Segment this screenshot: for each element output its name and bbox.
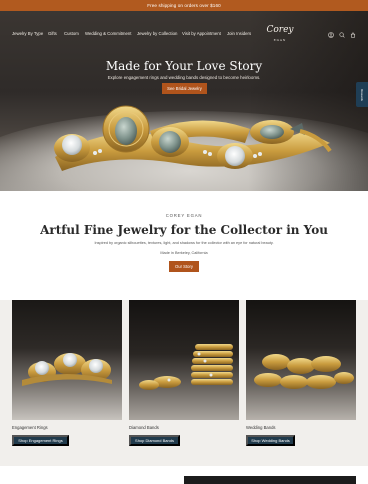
diamond-bands-image[interactable] bbox=[129, 300, 239, 420]
nav-item-wedding-commitment[interactable]: Wedding & Commitment bbox=[85, 31, 132, 36]
our-story-button[interactable]: Our Story bbox=[169, 261, 199, 272]
rewards-tab[interactable]: Rewards bbox=[356, 82, 368, 107]
brand-location: Made in Berkeley, California bbox=[160, 251, 208, 255]
brand-intro-section: COREY EGAN Artful Fine Jewelry for the C… bbox=[0, 191, 368, 300]
category-cards: Engagement Rings Shop Engagement Rings D… bbox=[0, 300, 368, 466]
card-wedding-bands[interactable]: Wedding Bands Shop Wedding Bands bbox=[246, 300, 356, 446]
hero-title: Made for Your Love Story bbox=[105, 59, 263, 73]
main-navigation: Jewelry By Type Gifts Custom Wedding & C… bbox=[0, 23, 368, 45]
nav-item-visit-by-appointment[interactable]: Visit by Appointment bbox=[182, 31, 221, 36]
card-engagement-rings[interactable]: Engagement Rings Shop Engagement Rings bbox=[12, 300, 122, 446]
hero-banner: Jewelry By Type Gifts Custom Wedding & C… bbox=[0, 11, 368, 191]
nav-item-jewelry-by-type[interactable]: Jewelry By Type bbox=[12, 31, 43, 36]
brand-title: Artful Fine Jewelry for the Collector in… bbox=[40, 223, 328, 237]
card-diamond-bands[interactable]: Diamond Bands Shop Diamond Bands bbox=[129, 300, 239, 446]
next-section-dark-panel bbox=[184, 476, 356, 484]
see-bridal-jewelry-button[interactable]: See Bridal Jewelry bbox=[162, 83, 207, 94]
engagement-rings-image[interactable] bbox=[12, 300, 122, 420]
brand-subtitle: Inspired by organic silhouettes, texture… bbox=[94, 241, 274, 245]
announcement-text: Free shipping on orders over $160 bbox=[147, 3, 221, 8]
search-icon[interactable] bbox=[339, 32, 345, 38]
shop-wedding-bands-button[interactable]: Shop Wedding Bands bbox=[246, 435, 295, 446]
rewards-label: Rewards bbox=[360, 88, 364, 101]
announcement-bar: Free shipping on orders over $160 bbox=[0, 0, 368, 11]
logo-sub: EGAN bbox=[273, 38, 287, 42]
brand-logo[interactable]: Corey EGAN bbox=[263, 26, 297, 44]
card-label-diamond-bands: Diamond Bands bbox=[129, 425, 159, 430]
nav-item-custom[interactable]: Custom bbox=[64, 31, 79, 36]
hero-subtitle: Explore engagement rings and wedding ban… bbox=[107, 75, 261, 80]
wedding-bands-image[interactable] bbox=[246, 300, 356, 420]
nav-item-join-insiders[interactable]: Join Insiders bbox=[227, 31, 251, 36]
card-label-wedding-bands: Wedding Bands bbox=[246, 425, 276, 430]
nav-item-jewelry-by-collection[interactable]: Jewelry by Collection bbox=[137, 31, 177, 36]
shop-engagement-rings-button[interactable]: Shop Engagement Rings bbox=[12, 435, 69, 446]
cart-icon[interactable] bbox=[350, 32, 356, 38]
account-icon[interactable] bbox=[328, 32, 334, 38]
card-label-engagement-rings: Engagement Rings bbox=[12, 425, 48, 430]
brand-eyebrow: COREY EGAN bbox=[165, 213, 203, 218]
nav-item-gifts[interactable]: Gifts bbox=[48, 31, 57, 36]
logo-main: Corey bbox=[266, 25, 294, 35]
shop-diamond-bands-button[interactable]: Shop Diamond Bands bbox=[129, 435, 180, 446]
